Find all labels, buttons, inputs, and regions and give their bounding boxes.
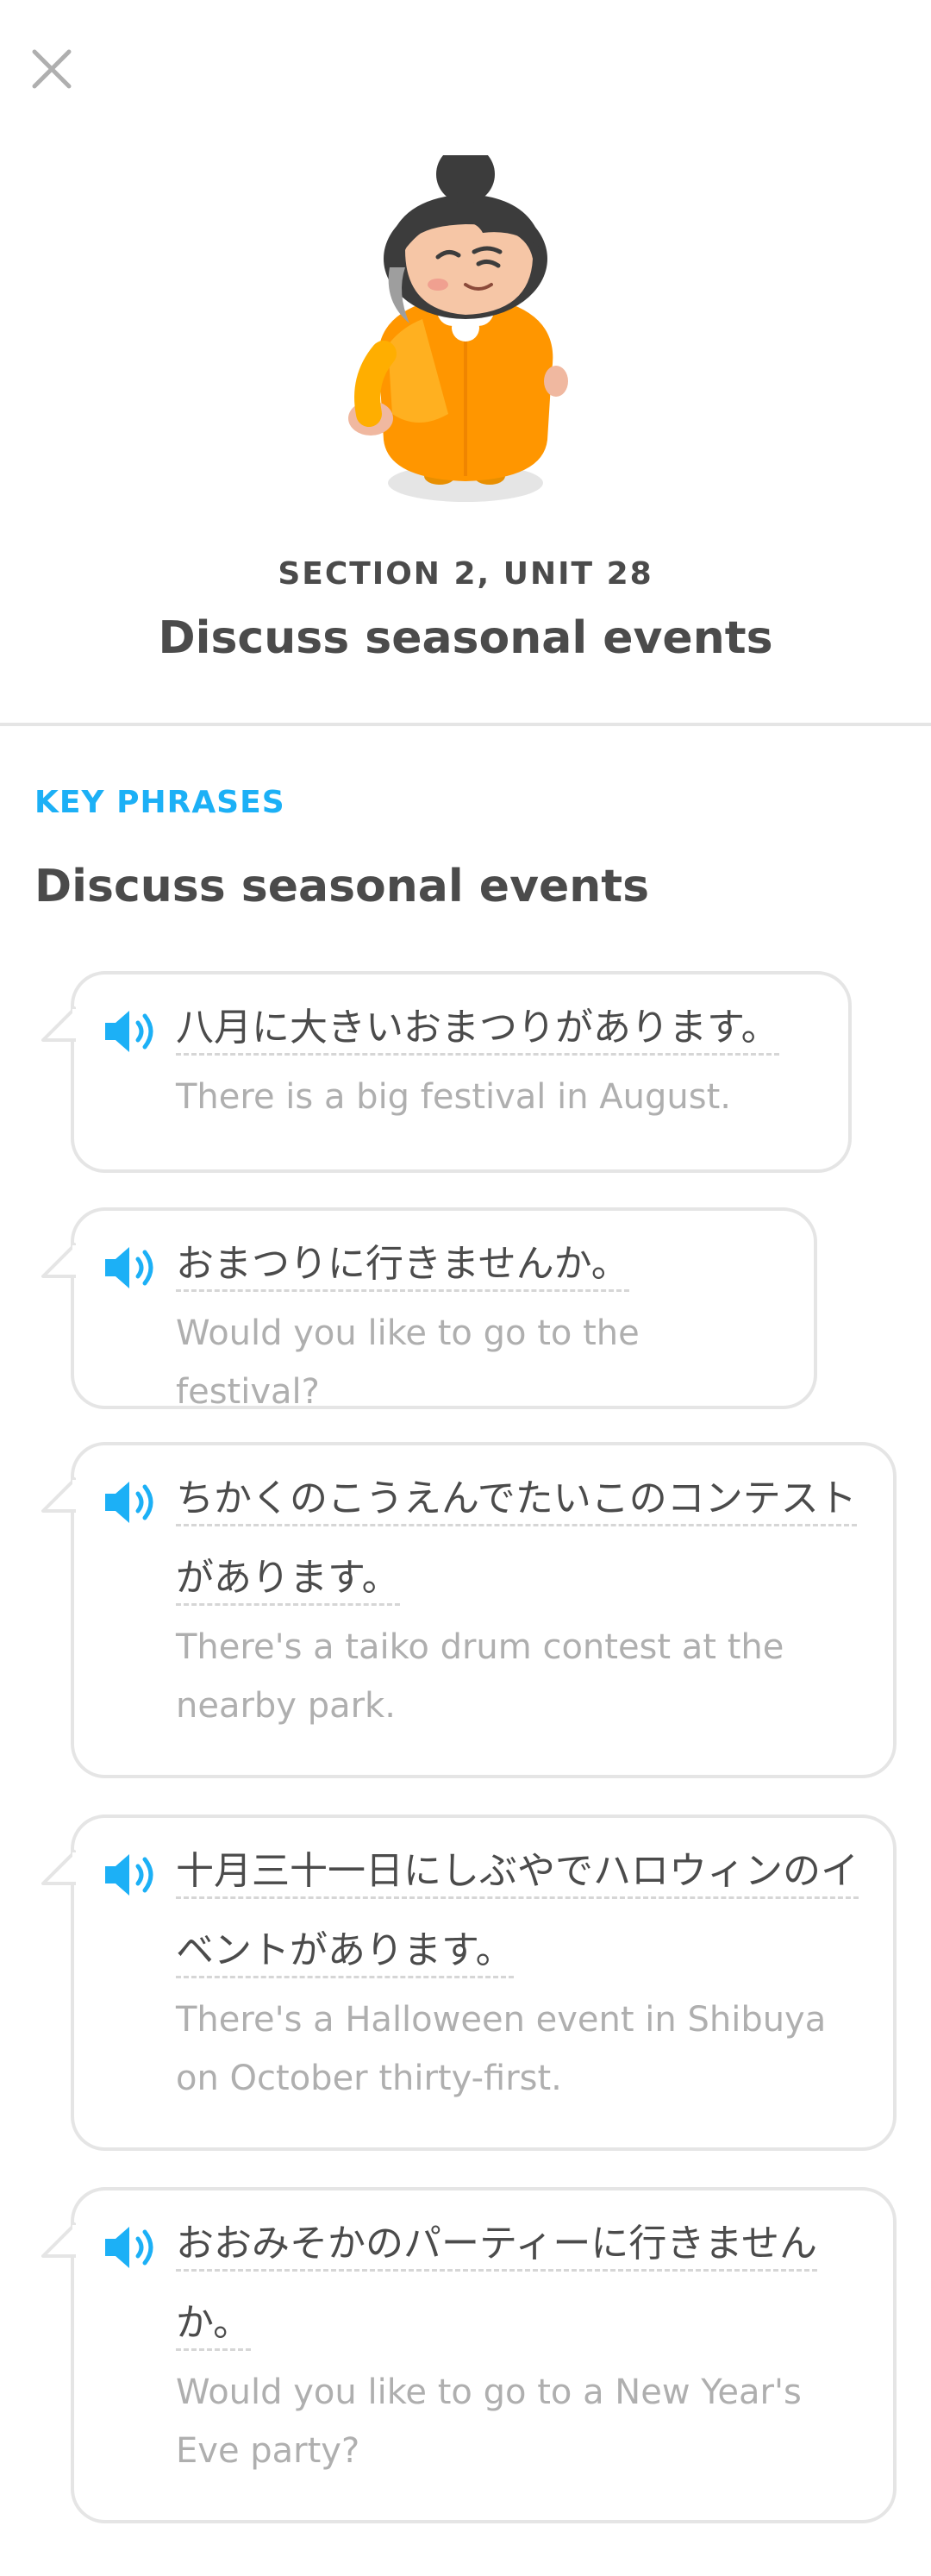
speaker-icon[interactable] bbox=[102, 1007, 159, 1056]
guidebook-page: SECTION 2, UNIT 28 Discuss seasonal even… bbox=[0, 0, 931, 2576]
phrase-japanese[interactable]: 八月に大きいおまつりがあります。 bbox=[176, 988, 814, 1068]
close-button[interactable] bbox=[24, 41, 79, 97]
unit-title: Discuss seasonal events bbox=[158, 612, 773, 664]
phrase-card: おまつりに行きませんか。 Would you like to go to the… bbox=[41, 1207, 817, 1412]
speaker-icon[interactable] bbox=[102, 1244, 159, 1292]
phrase-english: Would you like to go to the festival? bbox=[176, 1313, 640, 1412]
phrase-card: 十月三十一日にしぶやでハロウィンのイベントがあります。 There's a Ha… bbox=[41, 1814, 897, 2151]
bubble-tail bbox=[41, 1849, 76, 1885]
phrase-card: おおみそかのパーティーに行きませんか。 Would you like to go… bbox=[41, 2187, 897, 2523]
speaker-icon[interactable] bbox=[102, 2223, 159, 2272]
close-icon bbox=[32, 49, 72, 89]
key-phrases-title: Discuss seasonal events bbox=[34, 861, 650, 912]
phrase-english: There's a taiko drum contest at the near… bbox=[176, 1627, 784, 1726]
phrase-japanese[interactable]: 十月三十一日にしぶやでハロウィンのイベントがあります。 bbox=[176, 1832, 859, 1990]
bubble-tail bbox=[41, 1006, 76, 1042]
phrase-english: There's a Halloween event in Shibuya on … bbox=[176, 2000, 827, 2098]
phrase-japanese[interactable]: おおみそかのパーティーに行きませんか。 bbox=[176, 2204, 859, 2363]
speaker-icon[interactable] bbox=[102, 1478, 159, 1526]
speaker-icon[interactable] bbox=[102, 1851, 159, 1899]
phrase-japanese[interactable]: おまつりに行きませんか。 bbox=[176, 1225, 779, 1304]
bubble-tail bbox=[41, 1242, 76, 1278]
phrase-card: 八月に大きいおまつりがあります。 There is a big festival… bbox=[41, 971, 852, 1173]
phrase-card: ちかくのこうえんでたいこのコンテストがあります。 There's a taiko… bbox=[41, 1442, 897, 1778]
key-phrases-label: KEY PHRASES bbox=[34, 785, 285, 820]
divider bbox=[0, 723, 931, 726]
phrase-english: There is a big festival in August. bbox=[176, 1077, 732, 1117]
section-label: SECTION 2, UNIT 28 bbox=[278, 556, 653, 592]
bubble-tail bbox=[41, 2222, 76, 2258]
phrase-english: Would you like to go to a New Year's Eve… bbox=[176, 2372, 802, 2471]
bubble-tail bbox=[41, 1476, 76, 1513]
phrase-japanese[interactable]: ちかくのこうえんでたいこのコンテストがあります。 bbox=[176, 1459, 859, 1618]
character-illustration bbox=[0, 155, 931, 517]
